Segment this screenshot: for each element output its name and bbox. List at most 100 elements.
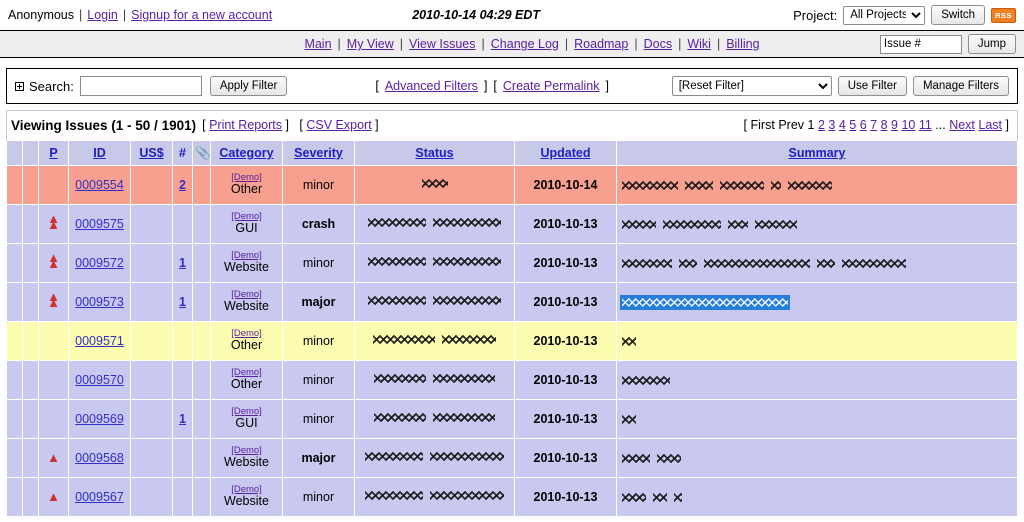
row-notes-count-cell[interactable] [172, 321, 193, 361]
issue-number-input[interactable] [879, 34, 962, 54]
row-notes-count-cell[interactable] [172, 360, 193, 400]
row-id-cell[interactable]: 0009570 [68, 360, 131, 400]
table-row[interactable]: ▲ ▲ 0009573 1 [Demo] Website major 2010-10-13 [6, 282, 1018, 322]
table-row[interactable]: 0009569 1 [Demo] GUI minor 2010-10-13 [6, 399, 1018, 439]
table-row[interactable]: ▲ 0009567 [Demo] Website minor 2010-10-13 [6, 477, 1018, 517]
issue-id-link[interactable]: 0009568 [75, 451, 124, 465]
sort-status-link[interactable]: Status [415, 146, 453, 160]
issue-id-link[interactable]: 0009554 [75, 178, 124, 192]
notes-count-link[interactable]: 2 [179, 178, 186, 192]
pager-page-4[interactable]: 4 [839, 118, 846, 132]
sort-id-link[interactable]: ID [93, 146, 106, 160]
row-checkbox-cell[interactable] [6, 243, 23, 283]
table-row[interactable]: 0009570 [Demo] Other minor 2010-10-13 [6, 360, 1018, 400]
issue-id-link[interactable]: 0009571 [75, 334, 124, 348]
project-select[interactable]: All Projects [843, 5, 926, 25]
table-row[interactable]: 0009571 [Demo] Other minor 2010-10-13 [6, 321, 1018, 361]
sort-summary-link[interactable]: Summary [789, 146, 846, 160]
issue-id-link[interactable]: 0009567 [75, 490, 124, 504]
sort-priority-link[interactable]: P [49, 146, 57, 160]
nav-item-my-view[interactable]: My View [347, 37, 394, 51]
pager-page-11[interactable]: 11 [919, 118, 932, 132]
row-id-cell[interactable]: 0009572 [68, 243, 131, 283]
nav-item-wiki[interactable]: Wiki [687, 37, 711, 51]
row-id-cell[interactable]: 0009554 [68, 165, 131, 205]
notes-count-link[interactable]: 1 [179, 295, 186, 309]
pager-page-9[interactable]: 9 [891, 118, 898, 132]
nav-item-docs[interactable]: Docs [644, 37, 672, 51]
row-checkbox-cell[interactable] [6, 321, 23, 361]
table-row[interactable]: ▲ ▲ 0009575 [Demo] GUI crash 2010-10-13 [6, 204, 1018, 244]
nav-item-roadmap[interactable]: Roadmap [574, 37, 628, 51]
notes-count-link[interactable]: 1 [179, 256, 186, 270]
nav-item-billing[interactable]: Billing [726, 37, 759, 51]
nav-item-view-issues[interactable]: View Issues [409, 37, 475, 51]
signup-link[interactable]: Signup for a new account [131, 8, 272, 22]
row-notes-count-cell[interactable]: 2 [172, 165, 193, 205]
use-filter-button[interactable]: Use Filter [837, 76, 907, 96]
row-notes-count-cell[interactable] [172, 477, 193, 517]
row-id-cell[interactable]: 0009568 [68, 438, 131, 478]
pager-page-6[interactable]: 6 [860, 118, 867, 132]
issue-id-link[interactable]: 0009569 [75, 412, 124, 426]
obfuscated-text [373, 334, 435, 345]
row-checkbox-cell[interactable] [6, 399, 23, 439]
row-checkbox-cell[interactable] [6, 360, 23, 400]
nav-item-change-log[interactable]: Change Log [491, 37, 559, 51]
sort-severity-link[interactable]: Severity [294, 146, 343, 160]
row-status-cell [354, 243, 515, 283]
pager-page-3[interactable]: 3 [828, 118, 835, 132]
print-reports-link[interactable]: Print Reports [209, 118, 282, 132]
manage-filters-button[interactable]: Manage Filters [912, 76, 1009, 96]
issue-id-link[interactable]: 0009572 [75, 256, 124, 270]
pager-page-5[interactable]: 5 [849, 118, 856, 132]
pager-page-10[interactable]: 10 [901, 118, 915, 132]
saved-filter-select[interactable]: [Reset Filter] [671, 76, 832, 96]
row-notes-count-cell[interactable]: 1 [172, 399, 193, 439]
create-permalink-link[interactable]: Create Permalink [503, 79, 600, 93]
pager-next[interactable]: Next [949, 118, 975, 132]
obfuscated-text [653, 491, 667, 503]
csv-export-link[interactable]: CSV Export [306, 118, 371, 132]
table-row[interactable]: ▲ ▲ 0009572 1 [Demo] Website minor 2010-10-13 [6, 243, 1018, 283]
pager-page-2[interactable]: 2 [818, 118, 825, 132]
row-checkbox-cell[interactable] [6, 204, 23, 244]
top-bar: Anonymous | Login | Signup for a new acc… [0, 0, 1024, 30]
sort-updated-link[interactable]: Updated [541, 146, 591, 160]
table-row[interactable]: 0009554 2 [Demo] Other minor 2010-10-14 [6, 165, 1018, 205]
login-link[interactable]: Login [87, 8, 118, 22]
row-notes-count-cell[interactable]: 1 [172, 243, 193, 283]
row-checkbox-cell[interactable] [6, 477, 23, 517]
pager-page-7[interactable]: 7 [870, 118, 877, 132]
table-row[interactable]: ▲ 0009568 [Demo] Website major 2010-10-13 [6, 438, 1018, 478]
rss-icon[interactable]: RSS [991, 7, 1016, 23]
issue-id-link[interactable]: 0009575 [75, 217, 124, 231]
row-priority-cell [38, 321, 69, 361]
row-checkbox-cell[interactable] [6, 165, 23, 205]
row-id-cell[interactable]: 0009575 [68, 204, 131, 244]
advanced-filters-link[interactable]: Advanced Filters [385, 79, 478, 93]
notes-count-link[interactable]: 1 [179, 412, 186, 426]
row-id-cell[interactable]: 0009569 [68, 399, 131, 439]
switch-button[interactable]: Switch [931, 5, 986, 25]
row-id-cell[interactable]: 0009571 [68, 321, 131, 361]
expand-plus-icon[interactable] [15, 81, 24, 91]
row-checkbox-cell[interactable] [6, 282, 23, 322]
sort-category-link[interactable]: Category [219, 146, 273, 160]
apply-filter-button[interactable]: Apply Filter [209, 76, 288, 96]
issue-id-link[interactable]: 0009573 [75, 295, 124, 309]
row-id-cell[interactable]: 0009567 [68, 477, 131, 517]
pager-page-8[interactable]: 8 [881, 118, 888, 132]
issue-id-link[interactable]: 0009570 [75, 373, 124, 387]
row-notes-count-cell[interactable] [172, 204, 193, 244]
jump-button[interactable]: Jump [967, 34, 1016, 54]
search-input[interactable] [79, 76, 202, 96]
summary-value[interactable] [620, 296, 1014, 308]
pager-last[interactable]: Last [978, 118, 1002, 132]
nav-item-main[interactable]: Main [304, 37, 331, 51]
row-id-cell[interactable]: 0009573 [68, 282, 131, 322]
row-checkbox-cell[interactable] [6, 438, 23, 478]
row-notes-count-cell[interactable] [172, 438, 193, 478]
sort-cost-link[interactable]: US$ [139, 146, 163, 160]
row-notes-count-cell[interactable]: 1 [172, 282, 193, 322]
